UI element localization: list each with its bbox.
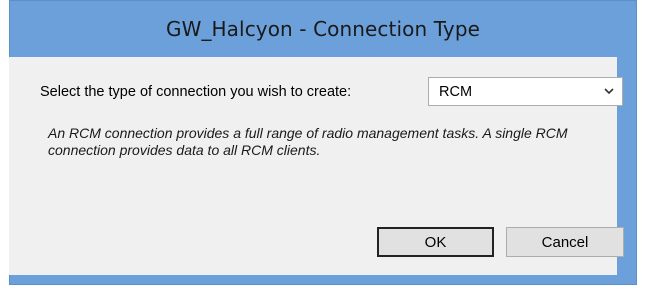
ok-button[interactable]: OK: [377, 227, 494, 257]
connection-type-dropdown[interactable]: RCM: [428, 77, 623, 106]
connection-type-selected-value: RCM: [439, 84, 473, 100]
cancel-button[interactable]: Cancel: [506, 227, 624, 257]
window-title: GW_Halcyon - Connection Type: [165, 17, 481, 41]
chevron-down-icon: [604, 88, 614, 95]
connection-type-prompt: Select the type of connection you wish t…: [40, 84, 352, 100]
title-bar[interactable]: GW_Halcyon - Connection Type: [10, 1, 636, 57]
connection-description: An RCM connection provides a full range …: [48, 125, 568, 158]
